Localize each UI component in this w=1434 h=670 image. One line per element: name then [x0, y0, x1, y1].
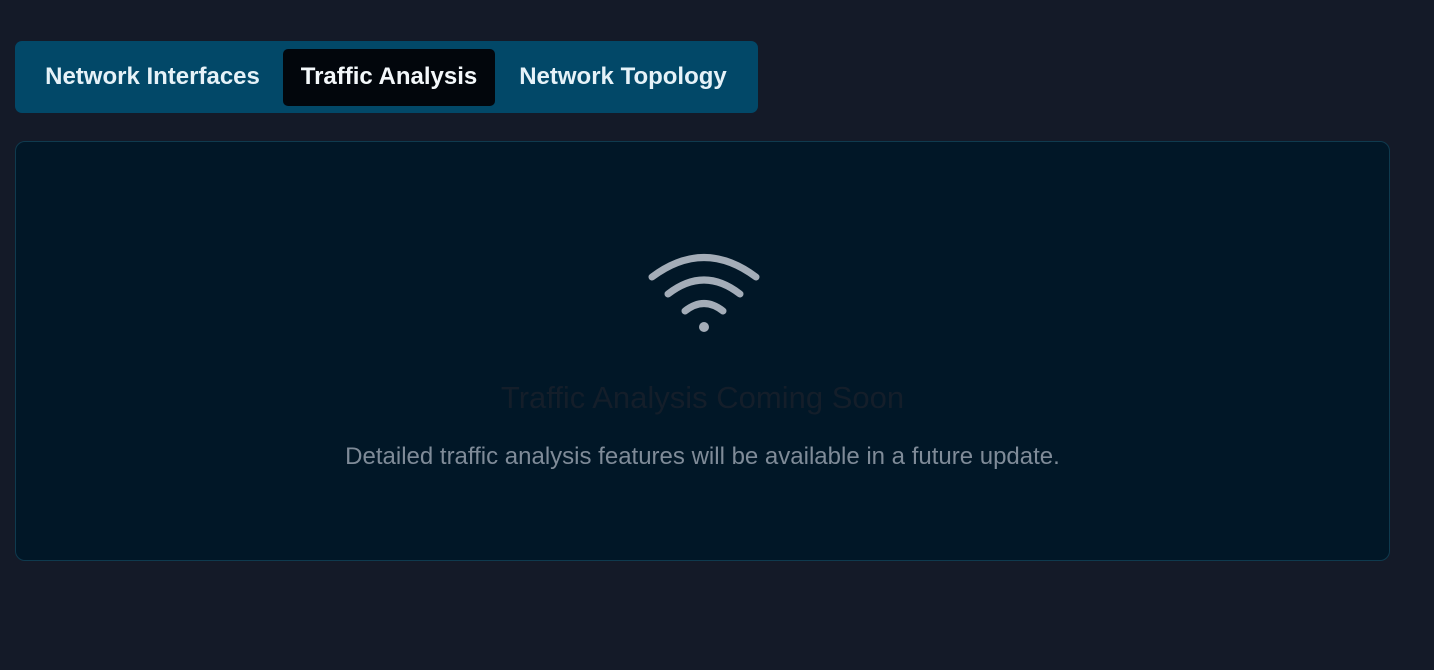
- wifi-icon: [647, 246, 761, 336]
- panel-title: Traffic Analysis Coming Soon: [500, 380, 905, 415]
- tab-traffic-analysis[interactable]: Traffic Analysis: [283, 48, 495, 106]
- tab-network-interfaces[interactable]: Network Interfaces: [22, 49, 283, 106]
- tab-bar: Network Interfaces Traffic Analysis Netw…: [15, 41, 758, 113]
- panel-subtitle: Detailed traffic analysis features will …: [345, 443, 1060, 470]
- tab-network-topology[interactable]: Network Topology: [495, 49, 751, 106]
- traffic-analysis-panel: Traffic Analysis Coming Soon Detailed tr…: [15, 141, 1390, 561]
